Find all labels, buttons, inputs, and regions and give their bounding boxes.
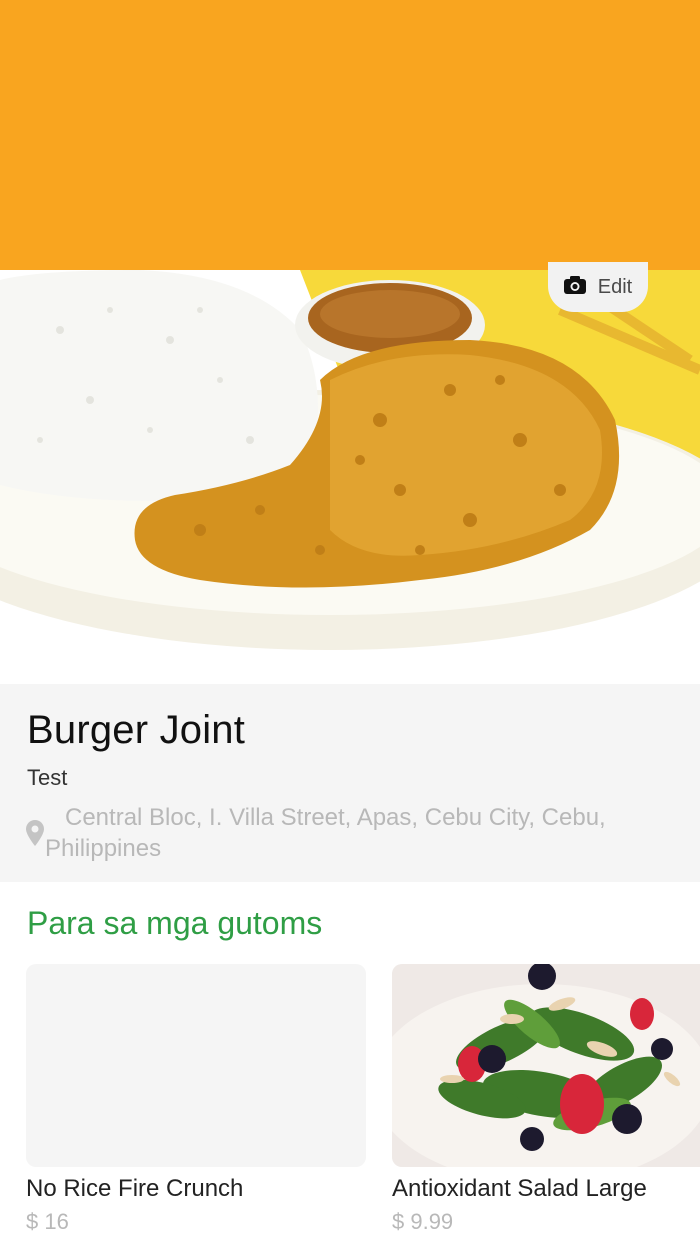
camera-icon (563, 275, 586, 299)
menu-item-name: No Rice Fire Crunch (26, 1175, 244, 1202)
menu-item-price: $ 16 (26, 1209, 69, 1234)
header-banner (0, 0, 700, 270)
location-pin-icon (26, 820, 44, 851)
restaurant-name: Burger Joint (27, 708, 246, 752)
menu-section-title: Para sa mga gutoms (27, 905, 323, 941)
menu-item-image (392, 964, 700, 1167)
menu-item-image-placeholder (26, 964, 366, 1167)
restaurant-address: Central Bloc, I. Villa Street, Apas, Ceb… (45, 804, 606, 862)
restaurant-description: Test (27, 765, 68, 790)
edit-cover-button[interactable]: Edit (548, 262, 648, 312)
menu-item-card[interactable]: Antioxidant Salad Large $ 9.99 (392, 964, 700, 1235)
edit-label: Edit (597, 275, 633, 298)
menu-item-card[interactable]: No Rice Fire Crunch $ 16 (26, 964, 366, 1235)
restaurant-cover-photo (0, 270, 700, 685)
menu-item-price: $ 9.99 (392, 1209, 454, 1234)
menu-item-name: Antioxidant Salad Large (392, 1175, 647, 1202)
